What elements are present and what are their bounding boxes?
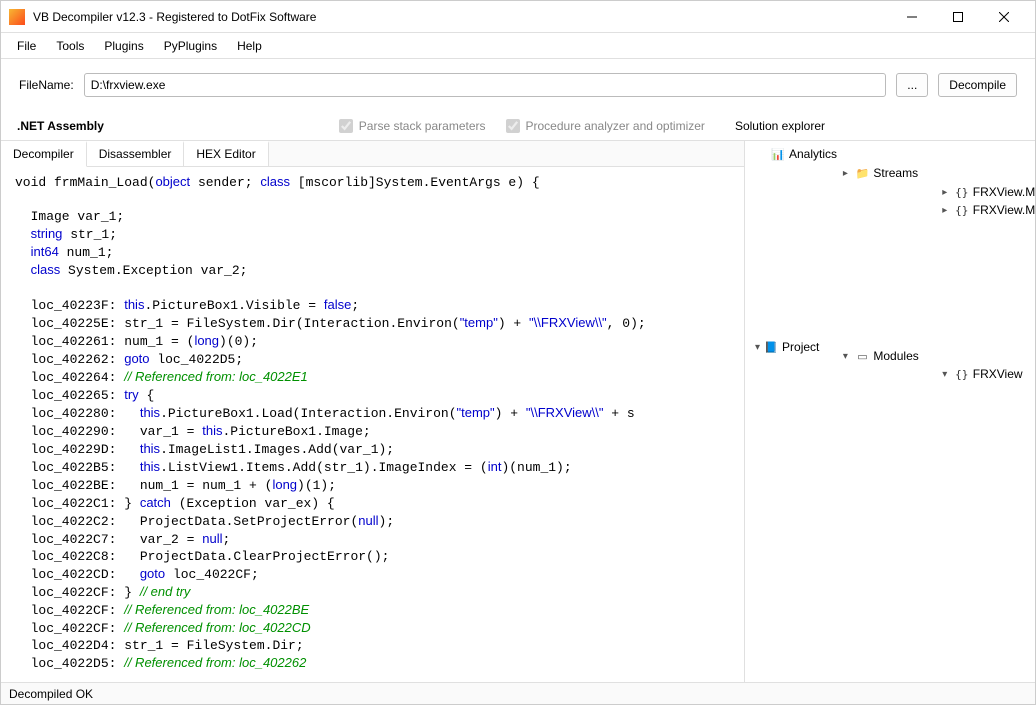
modules-icon: ▭ <box>855 349 869 363</box>
filename-row: FileName: ... Decompile <box>1 59 1035 111</box>
tree-project[interactable]: 📘Project <box>760 339 823 355</box>
code-editor[interactable]: void frmMain_Load(object sender; class [… <box>1 167 744 682</box>
browse-button[interactable]: ... <box>896 73 928 97</box>
solution-explorer-tree[interactable]: 📊Analytics▾📘Project▸📁Streams▾▭Modules▸{}… <box>745 141 1035 682</box>
parse-stack-checkbox[interactable]: Parse stack parameters <box>339 119 486 133</box>
window-title: VB Decompiler v12.3 - Registered to DotF… <box>33 10 889 24</box>
status-bar: Decompiled OK <box>1 682 1035 704</box>
assembly-type-label: .NET Assembly <box>11 119 124 133</box>
project-icon: 📘 <box>764 340 778 354</box>
menu-tools[interactable]: Tools <box>46 36 94 56</box>
tree-twisty[interactable]: ▸ <box>839 168 851 179</box>
maximize-button[interactable] <box>935 1 981 33</box>
tab-disassembler[interactable]: Disassembler <box>87 141 185 166</box>
menu-help[interactable]: Help <box>227 36 272 56</box>
tree-analytics[interactable]: 📊Analytics <box>767 146 841 162</box>
tree-streams-icon: 📁 <box>855 166 869 180</box>
filename-input[interactable] <box>84 73 887 97</box>
tree-ns-resources-icon: {} <box>955 203 969 217</box>
status-text: Decompiled OK <box>9 687 93 701</box>
menu-file[interactable]: File <box>7 36 46 56</box>
menubar: FileToolsPluginsPyPluginsHelp <box>1 33 1035 59</box>
editor-tabs: DecompilerDisassemblerHEX Editor <box>1 141 744 167</box>
ns-icon: {} <box>955 367 969 381</box>
tab-decompiler[interactable]: Decompiler <box>1 141 87 167</box>
tab-hex-editor[interactable]: HEX Editor <box>184 141 268 166</box>
tree-ns-my[interactable]: {}FRXView.My <box>951 184 1035 200</box>
procedure-analyzer-checkbox[interactable]: Procedure analyzer and optimizer <box>506 119 705 133</box>
tree-twisty[interactable]: ▸ <box>939 205 951 216</box>
tree-modules[interactable]: ▭Modules <box>851 348 922 364</box>
menu-plugins[interactable]: Plugins <box>94 36 153 56</box>
assembly-row: .NET Assembly Parse stack parameters Pro… <box>1 111 1035 141</box>
titlebar: VB Decompiler v12.3 - Registered to DotF… <box>1 1 1035 33</box>
decompile-button[interactable]: Decompile <box>938 73 1017 97</box>
close-button[interactable] <box>981 1 1027 33</box>
tree-analytics-icon: 📊 <box>771 147 785 161</box>
app-icon <box>9 9 25 25</box>
tree-ns-my-icon: {} <box>955 185 969 199</box>
tree-ns-frxview[interactable]: {}FRXView <box>951 366 1027 382</box>
minimize-button[interactable] <box>889 1 935 33</box>
tree-ns-resources[interactable]: {}FRXView.My.Resources <box>951 202 1035 218</box>
tree-streams[interactable]: 📁Streams <box>851 165 922 181</box>
solution-explorer-label: Solution explorer <box>735 119 825 133</box>
filename-label: FileName: <box>19 78 74 92</box>
tree-twisty[interactable]: ▸ <box>939 187 951 198</box>
menu-pyplugins[interactable]: PyPlugins <box>154 36 227 56</box>
